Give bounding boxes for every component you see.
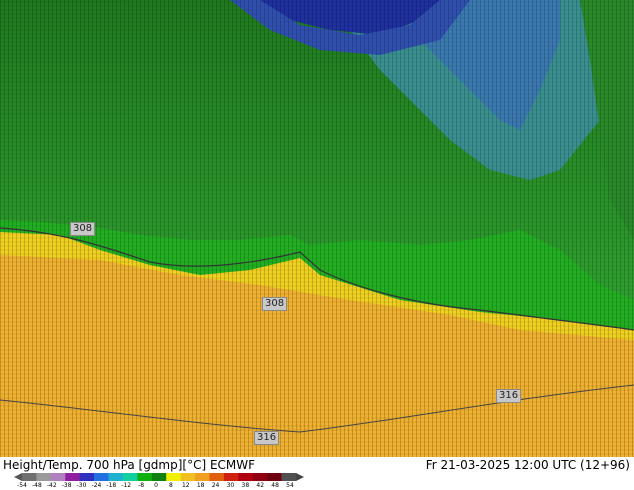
scale-tick-label: -8 — [138, 482, 145, 489]
scale-arrow-right — [296, 473, 304, 481]
contour-label: 316 — [496, 389, 522, 403]
scale-tick-label: -24 — [91, 482, 102, 489]
contour-hatch — [0, 0, 634, 457]
scale-tick-label: 38 — [241, 482, 250, 489]
scale-tick-label: 24 — [211, 482, 220, 489]
scale-tick-label: -54 — [17, 482, 27, 489]
scale-swatch — [50, 473, 66, 481]
scale-tick-label: 30 — [226, 482, 235, 489]
scale-tick-label: 8 — [168, 482, 173, 489]
scale-tick-label: 12 — [181, 482, 190, 489]
scale-swatch — [36, 473, 52, 481]
scale-swatch — [195, 473, 210, 481]
scale-swatch — [122, 473, 138, 481]
scale-arrow-left — [14, 473, 22, 481]
scale-swatch — [223, 473, 239, 481]
contour-label: 308 — [70, 222, 96, 236]
scale-swatch — [94, 473, 109, 481]
scale-tick-label: -38 — [61, 482, 72, 489]
map-valid-time: Fr 21-03-2025 12:00 UTC (12+96) — [425, 458, 630, 472]
scale-swatch — [267, 473, 282, 481]
scale-swatch — [180, 473, 196, 481]
scale-tick-label: 18 — [196, 482, 205, 489]
scale-tick-label: -12 — [121, 482, 132, 489]
color-scale-bar — [14, 473, 304, 481]
contour-label: 316 — [254, 431, 280, 445]
contour-label: 308 — [262, 297, 288, 311]
scale-swatch — [151, 473, 167, 481]
scale-swatch — [281, 473, 297, 481]
scale-tick-label: -30 — [76, 482, 87, 489]
scale-tick-label: 42 — [256, 482, 265, 489]
scale-tick-label: -48 — [31, 482, 42, 489]
scale-tick-label: -18 — [106, 482, 117, 489]
scale-tick-label: 48 — [271, 482, 279, 489]
scale-tick-label: 54 — [286, 482, 294, 489]
scale-swatch — [108, 473, 124, 481]
scale-swatch — [22, 473, 37, 481]
footer: Height/Temp. 700 hPa [gdmp][°C] ECMWF Fr… — [0, 457, 634, 490]
scale-swatch — [238, 473, 254, 481]
scale-swatch — [166, 473, 181, 481]
temperature-map — [0, 0, 634, 457]
scale-tick-label: 0 — [154, 482, 158, 489]
map-stage: 308 308 316 316 Height/Temp. 700 hPa [gd… — [0, 0, 634, 490]
scale-swatch — [137, 473, 153, 481]
scale-swatch — [79, 473, 95, 481]
map-title: Height/Temp. 700 hPa [gdmp][°C] ECMWF — [3, 458, 256, 472]
scale-swatch — [252, 473, 268, 481]
scale-swatch — [209, 473, 225, 481]
scale-swatch — [65, 473, 80, 481]
scale-tick-label: -42 — [46, 482, 57, 489]
color-scale-ticks: -54 -48 -42 -38 -30 -24 -18 -12 -8 0 8 12 18 24 30 38 42… — [17, 482, 312, 490]
